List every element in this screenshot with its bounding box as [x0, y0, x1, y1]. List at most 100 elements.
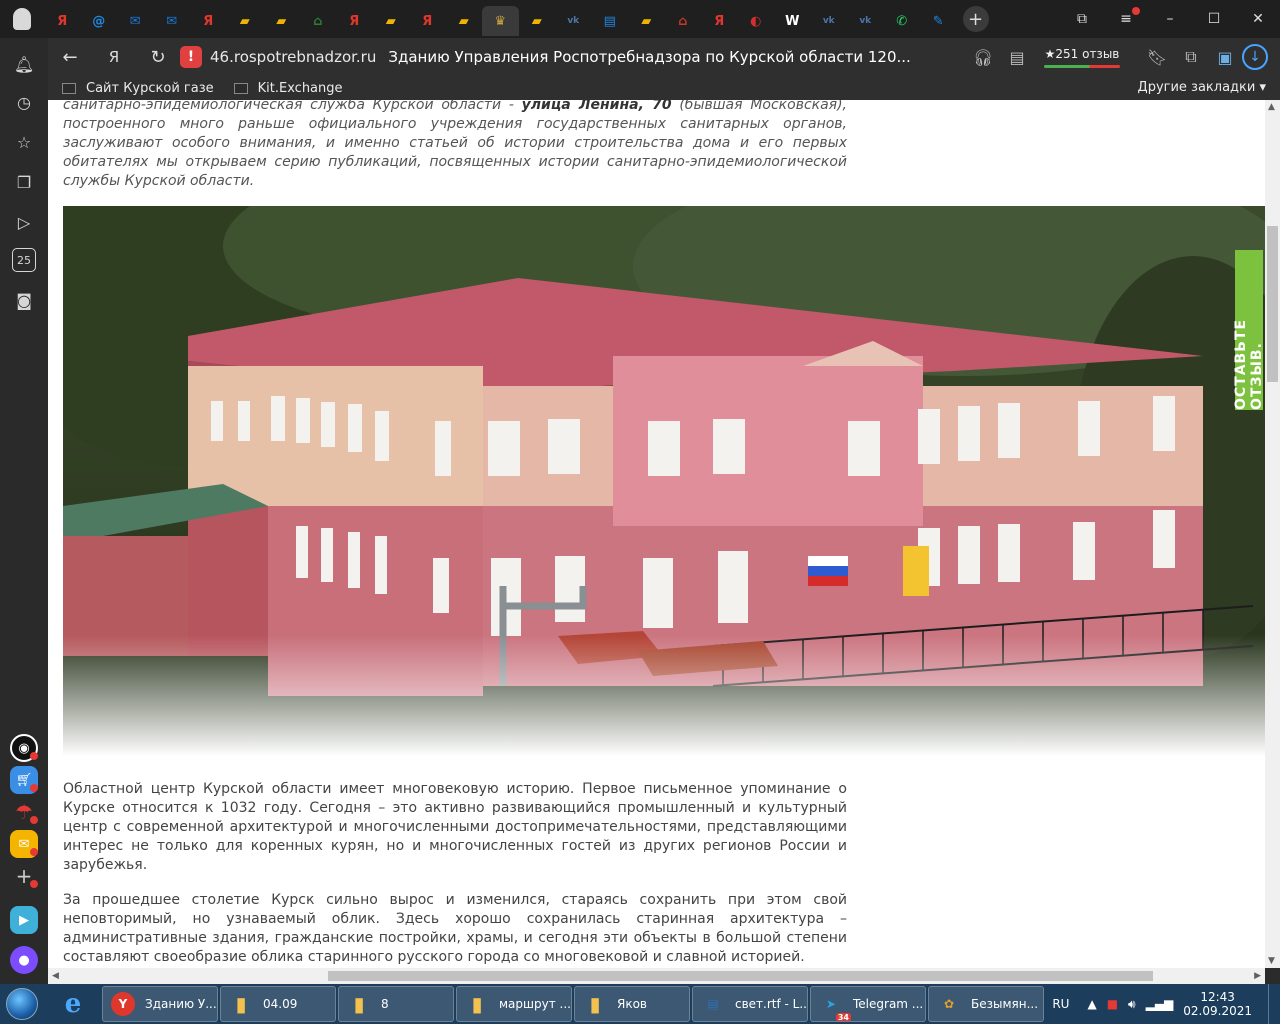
taskbar-item-label: Яков — [617, 997, 647, 1011]
browser-tab[interactable]: ✆ — [884, 6, 921, 36]
show-desktop-button[interactable] — [1268, 984, 1280, 1024]
star-icon[interactable]: ☆ — [12, 130, 36, 154]
maximize-button[interactable]: ☐ — [1192, 11, 1236, 27]
bookmark-icon[interactable]: 🔖︎ — [1140, 48, 1174, 67]
bell-icon[interactable]: 🔔︎ — [12, 52, 36, 76]
browser-tab[interactable]: ✉ — [154, 6, 191, 36]
network-icon[interactable]: ▂▄▆ — [1146, 997, 1174, 1011]
screen: Я @ ✉ ✉ Я ▰ ▰ ⌂ Я ▰ Я ▰ ♛ ▰ vk ▤ ▰ ⌂ Я ◐ Wvk vk ✆ ✎ + ⧉ ≡ – ☐ ✕… — [0, 0, 1280, 1024]
site-reviews[interactable]: ★251 отзыв — [1044, 47, 1120, 68]
vk-icon: vk — [859, 16, 872, 26]
browser-tab[interactable]: ▰ — [628, 6, 665, 36]
tray-expand-icon[interactable]: ▲ — [1087, 997, 1096, 1011]
screenshot-icon[interactable]: ▣ — [1208, 48, 1242, 67]
folder-icon: ▮ — [235, 992, 247, 1016]
page-title[interactable]: Зданию Управления Роспотребнадзора по Ку… — [388, 48, 910, 66]
leave-feedback-button[interactable]: ОСТАВЬТЕ ОТЗЫВ. — [1233, 250, 1265, 410]
bookmark-label: Kit.Exchange — [257, 80, 343, 96]
bookmark-item[interactable]: Kit.Exchange — [233, 80, 343, 96]
profile-button[interactable] — [0, 0, 44, 38]
taskbar-item[interactable]: ▮ 04.09 — [220, 986, 336, 1022]
taskbar-item[interactable]: ✿ Безымян... — [928, 986, 1044, 1022]
vertical-scroll-thumb[interactable] — [1267, 226, 1278, 382]
site-domain[interactable]: 46.rospotrebnadzor.ru — [210, 48, 376, 66]
browser-tab[interactable]: Я — [701, 6, 738, 36]
address-bar[interactable]: ! 46.rospotrebnadzor.ru Зданию Управлени… — [180, 42, 911, 72]
home-icon: ⌂ — [313, 13, 323, 29]
horizontal-scrollbar[interactable]: ◀ ▶ — [48, 968, 1265, 984]
messenger-app-icon[interactable]: ▶ — [10, 906, 38, 934]
tabs-overview-icon[interactable]: ⧉ — [1060, 11, 1104, 27]
reviews-label: ★251 отзыв — [1044, 46, 1120, 61]
browser-tab[interactable]: @ — [81, 6, 118, 36]
taskbar-item[interactable]: ▮ 8 — [338, 986, 454, 1022]
browser-tab[interactable]: ▰ — [373, 6, 410, 36]
alice-voice-icon[interactable]: ● — [10, 946, 38, 974]
language-indicator[interactable]: RU — [1052, 997, 1069, 1011]
taskbar-item[interactable]: Y Зданию У... — [102, 986, 218, 1022]
back-button[interactable]: ← — [48, 38, 92, 76]
bookmark-item[interactable]: Сайт Курской газе — [62, 81, 214, 96]
browser-tab[interactable]: ▰ — [519, 6, 556, 36]
camera-icon[interactable]: ◙ — [12, 288, 36, 312]
browser-tab[interactable]: ✎ — [920, 6, 957, 36]
browser-tab[interactable]: vk — [555, 6, 592, 36]
calendar-icon[interactable]: 25 — [12, 248, 36, 272]
browser-tab[interactable]: ▰ — [263, 6, 300, 36]
other-bookmarks[interactable]: Другие закладки ▾ — [1138, 80, 1266, 95]
yandex-home-button[interactable]: Я — [92, 38, 136, 76]
internet-explorer-icon[interactable]: e — [44, 985, 102, 1023]
antivirus-icon[interactable]: ■ — [1107, 997, 1118, 1011]
sidebar: 🔔︎ ◷ ☆ ❐ ▷ 25 ◙ ◉ 🛒︎ ☂ ✉ + ▶ ● — [0, 38, 48, 984]
menu-icon[interactable]: ≡ — [1104, 7, 1148, 27]
reload-button[interactable]: ↻ — [136, 38, 180, 76]
browser-tab[interactable]: W — [774, 6, 811, 36]
browser-tab[interactable]: ⌂ — [300, 6, 337, 36]
scroll-down-icon[interactable]: ▼ — [1268, 956, 1275, 966]
taskbar-item[interactable]: ▮ маршрут ... — [456, 986, 572, 1022]
browser-tab[interactable]: ▤ — [592, 6, 629, 36]
reader-mode-icon[interactable]: ▤ — [1000, 48, 1034, 67]
browser-tab[interactable]: Я — [409, 6, 446, 36]
taskbar-item-label: маршрут ... — [499, 997, 571, 1011]
browser-tab[interactable]: ▰ — [446, 6, 483, 36]
history-icon[interactable]: ◷ — [12, 90, 36, 114]
start-button[interactable] — [0, 984, 44, 1024]
browser-tab[interactable]: ✉ — [117, 6, 154, 36]
flag-icon: ▰ — [641, 13, 652, 29]
browser-tab[interactable]: ▰ — [227, 6, 264, 36]
scroll-up-icon[interactable]: ▲ — [1268, 102, 1275, 112]
browser-tab[interactable]: ◐ — [738, 6, 775, 36]
vertical-scrollbar[interactable]: ▲ ▼ — [1265, 100, 1280, 968]
browser-tab[interactable]: Я — [190, 6, 227, 36]
horizontal-scroll-thumb[interactable] — [328, 971, 1153, 981]
taskbar-item[interactable]: ▤ свет.rtf - L... — [692, 986, 808, 1022]
browser-tab[interactable]: vk — [847, 6, 884, 36]
building-photo — [63, 206, 1265, 756]
browser-tab[interactable]: vk — [811, 6, 848, 36]
collections-icon[interactable]: ❐ — [12, 170, 36, 194]
headphones-icon[interactable]: 🎧︎ — [966, 48, 1000, 67]
scroll-left-icon[interactable]: ◀ — [52, 971, 59, 981]
browser-tab[interactable]: ⌂ — [665, 6, 702, 36]
taskbar-item[interactable]: ➤ 34 Telegram ... — [810, 986, 926, 1022]
paint-icon: ✿ — [943, 997, 955, 1011]
play-icon[interactable]: ▷ — [12, 210, 36, 234]
clock[interactable]: 12:43 02.09.2021 — [1183, 990, 1252, 1018]
opera-icon: ◐ — [750, 13, 762, 29]
volume-icon[interactable]: 🔊︎ — [1128, 997, 1136, 1012]
warning-icon[interactable]: ! — [180, 46, 202, 68]
minimize-button[interactable]: – — [1148, 11, 1192, 27]
new-tab-button[interactable]: + — [962, 6, 989, 32]
extensions-icon[interactable]: ⧉ — [1174, 47, 1208, 67]
download-icon[interactable]: ↓ — [1242, 44, 1268, 70]
browser-tab[interactable]: Я — [44, 6, 81, 36]
close-button[interactable]: ✕ — [1236, 11, 1280, 27]
scroll-right-icon[interactable]: ▶ — [1254, 971, 1261, 981]
browser-tab[interactable]: Я — [336, 6, 373, 36]
taskbar-item[interactable]: ▮ Яков — [574, 986, 690, 1022]
bookmark-label: Сайт Курской газе — [86, 80, 214, 96]
browser-tab[interactable]: ♛ — [482, 6, 519, 36]
notification-dot — [30, 880, 38, 888]
system-tray: RU ▲ ■ 🔊︎ ▂▄▆ 12:43 02.09.2021 — [1052, 984, 1280, 1024]
